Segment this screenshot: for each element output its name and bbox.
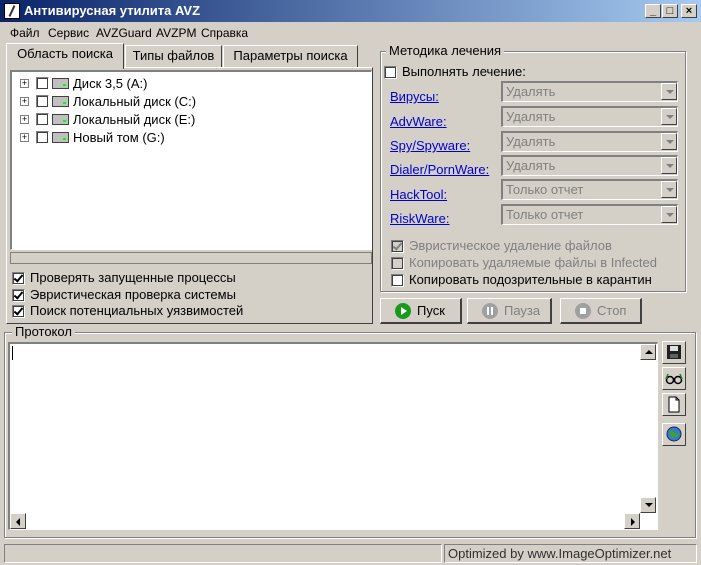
select-value: Удалять	[506, 109, 556, 124]
menu-service[interactable]: Сервис	[48, 26, 89, 40]
tab-search-params[interactable]: Параметры поиска	[223, 45, 358, 68]
tree-horizontal-scrollbar[interactable]	[10, 252, 372, 264]
option-label: Эвристическая проверка системы	[30, 287, 236, 302]
tree-item-label: Диск 3,5 (A:)	[73, 76, 148, 91]
globe-icon	[666, 426, 682, 442]
select-dialer-pornware[interactable]: Удалять	[501, 155, 678, 176]
checkbox[interactable]	[391, 274, 404, 287]
option-label: Копировать удаляемые файлы в Infected	[409, 255, 657, 270]
select-riskware[interactable]: Только отчет	[501, 204, 678, 225]
link-viruses[interactable]: Вирусы:	[390, 89, 439, 104]
tree-item-label: Локальный диск (C:)	[73, 94, 197, 109]
app-icon	[4, 3, 20, 19]
maximize-button[interactable]: □	[662, 4, 678, 18]
tree-checkbox[interactable]	[36, 113, 49, 126]
save-icon	[667, 345, 681, 359]
text-cursor	[12, 346, 13, 360]
expand-icon[interactable]: +	[20, 115, 29, 124]
hard-drive-icon	[52, 132, 69, 143]
expand-icon[interactable]: +	[20, 133, 29, 142]
button-label: Пуск	[417, 303, 445, 318]
view-log-button[interactable]	[662, 367, 686, 390]
protocol-group-title: Протокол	[12, 324, 75, 339]
tab-search-area[interactable]: Область поиска	[6, 43, 124, 69]
chevron-down-icon[interactable]	[661, 133, 677, 150]
window-title: Антивирусная утилита AVZ	[24, 3, 201, 18]
tab-file-types[interactable]: Типы файлов	[125, 45, 222, 68]
option-label: Поиск потенциальных уязвимостей	[30, 303, 244, 318]
play-icon	[395, 303, 411, 319]
select-viruses[interactable]: Удалять	[501, 81, 678, 102]
tree-checkbox[interactable]	[36, 131, 49, 144]
tree-checkbox[interactable]	[36, 77, 49, 90]
link-hacktool[interactable]: HackTool:	[390, 187, 447, 202]
pause-icon	[482, 303, 498, 319]
checkbox[interactable]	[12, 289, 25, 302]
expand-icon[interactable]: +	[20, 79, 29, 88]
scroll-left-button[interactable]	[10, 513, 26, 529]
checkbox[interactable]	[384, 66, 397, 79]
button-label: Стоп	[597, 303, 627, 318]
close-button[interactable]: ×	[681, 4, 697, 18]
status-panel-right: Optimized by www.ImageOptimizer.net	[444, 544, 697, 563]
select-value: Удалять	[506, 158, 556, 173]
page-icon	[668, 396, 680, 413]
floppy-drive-icon	[52, 78, 69, 89]
option-label: Эвристическое удаление файлов	[409, 238, 612, 253]
link-advware[interactable]: AdvWare:	[390, 114, 447, 129]
tree-checkbox[interactable]	[36, 95, 49, 108]
option-label: Проверять запущенные процессы	[30, 270, 236, 285]
treatment-group-title: Методика лечения	[386, 43, 505, 58]
expand-icon[interactable]: +	[20, 97, 29, 106]
tree-item-label: Новый том (G:)	[73, 130, 165, 145]
menu-file[interactable]: Файл	[10, 26, 40, 40]
network-button[interactable]	[662, 423, 686, 446]
checkbox[interactable]	[12, 305, 25, 318]
drive-tree[interactable]: + Диск 3,5 (A:) + Локальный диск (C:) + …	[10, 70, 372, 250]
chevron-down-icon[interactable]	[661, 83, 677, 100]
hard-drive-icon	[52, 114, 69, 125]
menu-avzguard[interactable]: AVZGuard	[96, 26, 152, 40]
chevron-down-icon[interactable]	[661, 206, 677, 223]
chevron-down-icon[interactable]	[661, 108, 677, 125]
chevron-down-icon[interactable]	[661, 157, 677, 174]
select-value: Удалять	[506, 84, 556, 99]
option-label: Копировать подозрительные в карантин	[409, 272, 652, 287]
hard-drive-icon	[52, 96, 69, 107]
select-value: Только отчет	[506, 182, 584, 197]
title-bar[interactable]: Антивирусная утилита AVZ _ □ ×	[0, 0, 701, 22]
protocol-log[interactable]	[8, 342, 658, 530]
minimize-button[interactable]: _	[645, 4, 661, 18]
save-log-button[interactable]	[662, 341, 686, 364]
option-label: Выполнять лечение:	[402, 64, 526, 79]
link-riskware[interactable]: RiskWare:	[390, 211, 449, 226]
checkbox[interactable]	[12, 272, 25, 285]
checkbox[interactable]	[391, 257, 404, 270]
menu-help[interactable]: Справка	[201, 26, 248, 40]
status-text: Optimized by www.ImageOptimizer.net	[448, 546, 672, 561]
select-spyware[interactable]: Удалять	[501, 131, 678, 152]
link-dialer-pornware[interactable]: Dialer/PornWare:	[390, 162, 489, 177]
glasses-icon	[665, 373, 683, 385]
link-spyware[interactable]: Spy/Spyware:	[390, 138, 470, 153]
stop-icon	[575, 303, 591, 319]
menu-avzpm[interactable]: AVZPM	[156, 26, 196, 40]
clear-log-button[interactable]	[662, 393, 686, 416]
menu-bar: Файл Сервис AVZGuard AVZPM Справка	[0, 23, 701, 43]
select-value: Только отчет	[506, 207, 584, 222]
stop-button[interactable]: Стоп	[560, 298, 642, 324]
scroll-right-button[interactable]	[624, 513, 640, 529]
scroll-down-button[interactable]	[640, 497, 656, 513]
pause-button[interactable]: Пауза	[467, 298, 552, 324]
checkbox[interactable]	[391, 240, 404, 253]
tree-item-label: Локальный диск (E:)	[73, 112, 196, 127]
scroll-up-button[interactable]	[640, 344, 656, 360]
select-hacktool[interactable]: Только отчет	[501, 179, 678, 200]
status-panel-left	[4, 544, 442, 563]
select-value: Удалять	[506, 134, 556, 149]
button-label: Пауза	[504, 303, 541, 318]
select-advware[interactable]: Удалять	[501, 106, 678, 127]
chevron-down-icon[interactable]	[661, 181, 677, 198]
start-button[interactable]: Пуск	[380, 298, 462, 324]
